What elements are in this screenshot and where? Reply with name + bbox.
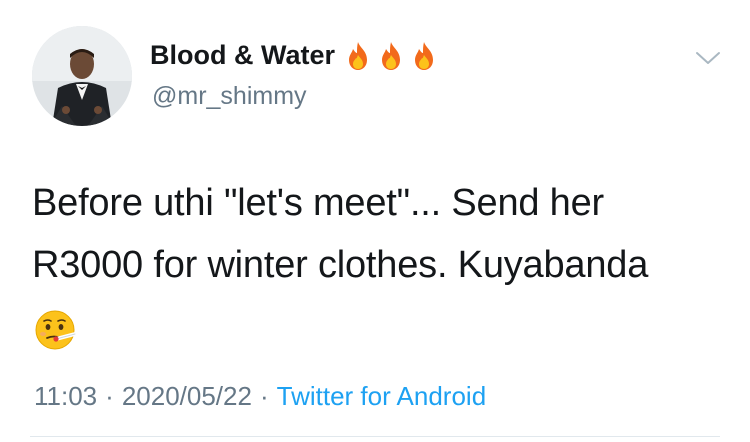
tweet-meta: 11:03 · 2020/05/22 · Twitter for Android (34, 381, 486, 412)
tweet-source-link[interactable]: Twitter for Android (277, 381, 487, 411)
fire-icon (378, 41, 404, 71)
name-emoji-group (345, 41, 444, 71)
chevron-down-icon[interactable] (694, 46, 722, 70)
display-name[interactable]: Blood & Water (150, 40, 335, 71)
face-with-thermometer-icon (34, 308, 78, 352)
avatar[interactable] (32, 26, 132, 126)
fire-icon (345, 41, 371, 71)
name-row: Blood & Water (150, 40, 444, 71)
meta-separator: · (259, 381, 269, 411)
fire-icon (411, 41, 437, 71)
tweet-text: Before uthi "let's meet"... Send her R30… (32, 172, 732, 296)
tweet-card: Blood & Water @mr_shimmy Before uthi "le… (0, 0, 750, 442)
tweet-time[interactable]: 11:03 (34, 381, 97, 411)
divider (30, 436, 720, 437)
user-handle[interactable]: @mr_shimmy (152, 82, 307, 111)
tweet-text-line: Before uthi "let's meet"... Send her (32, 182, 605, 224)
meta-separator: · (105, 381, 114, 411)
tweet-date[interactable]: 2020/05/22 (122, 381, 252, 411)
tweet-text-line: R3000 for winter clothes. Kuyabanda (32, 244, 649, 286)
